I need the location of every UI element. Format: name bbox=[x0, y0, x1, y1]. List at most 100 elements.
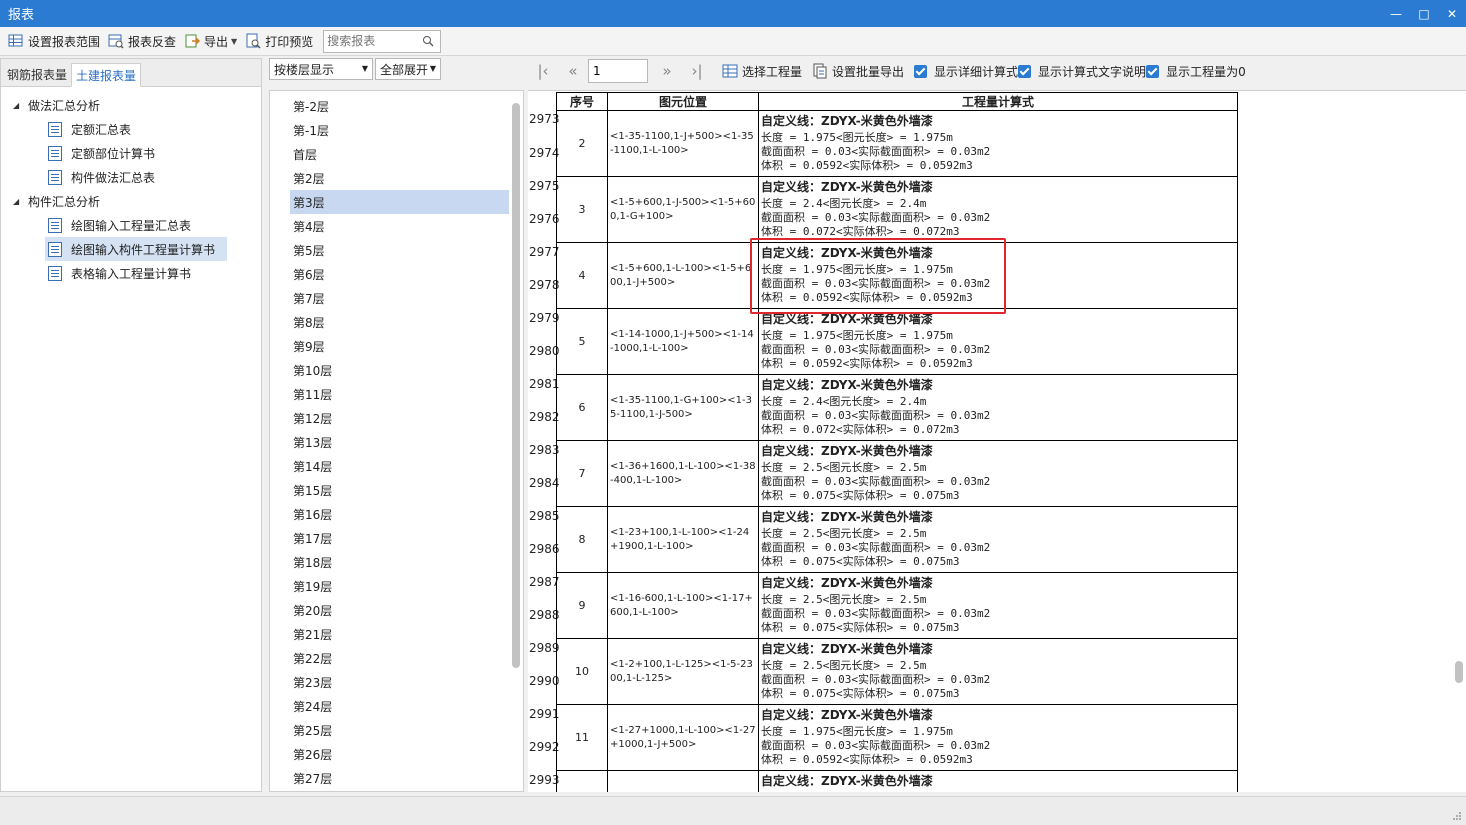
export-button[interactable]: 导出 ▼ bbox=[182, 30, 243, 52]
floor-item[interactable]: 第24层 bbox=[270, 694, 510, 718]
tree-item-table-quantity-book[interactable]: 表格输入工程量计算书 bbox=[45, 261, 227, 285]
show-detail-formula-checkbox[interactable]: 显示详细计算式 bbox=[914, 63, 1018, 80]
window-controls: — □ ✕ bbox=[1382, 0, 1466, 27]
expand-mode-select[interactable]: 全部展开 ▼ bbox=[375, 58, 441, 80]
set-report-range-button[interactable]: 设置报表范围 bbox=[6, 30, 106, 52]
row-formula: 自定义线：ZDYX-米黄色外墙漆 长度 = 1.975<图元长度> = 1.975… bbox=[758, 242, 1238, 309]
checkbox-checked-icon[interactable] bbox=[914, 64, 928, 78]
print-preview-button[interactable]: 打印预览 bbox=[243, 30, 319, 52]
floor-item[interactable]: 第16层 bbox=[270, 502, 510, 526]
line-number: 2974 bbox=[529, 146, 560, 160]
row-position[interactable]: <1-14-1000,1-J+500><1-14-1000,1-L-100> bbox=[607, 308, 759, 375]
print-preview-icon bbox=[246, 33, 261, 49]
display-mode-select[interactable]: 按楼层显示 ▼ bbox=[269, 58, 373, 80]
floor-item[interactable]: 第27层 bbox=[270, 766, 510, 790]
tree-group-component-summary[interactable]: ◢ 构件汇总分析 bbox=[1, 189, 261, 213]
floor-item[interactable]: 第7层 bbox=[270, 286, 510, 310]
formula-line: 截面面积 = 0.03<实际截面面积> = 0.03m2 bbox=[761, 739, 991, 752]
show-formula-text-checkbox[interactable]: 显示计算式文字说明 bbox=[1018, 63, 1146, 80]
row-position[interactable]: <1-2+100,1-L-125><1-5-2300,1-L-125> bbox=[607, 638, 759, 705]
report-toolbar: |‹ « » ›| 选择工程量 设置批量导出 显示详细计算式 显示计算式文字说明… bbox=[528, 58, 1466, 84]
tab-rebar-report[interactable]: 钢筋报表量 bbox=[3, 62, 71, 86]
floor-item[interactable]: 第6层 bbox=[270, 262, 510, 286]
floor-item[interactable]: 第11层 bbox=[270, 382, 510, 406]
report-search-input[interactable] bbox=[327, 34, 420, 48]
batch-export-button[interactable]: 设置批量导出 bbox=[812, 63, 904, 80]
tree-item-quota-position-book[interactable]: 定额部位计算书 bbox=[45, 141, 227, 165]
row-formula: 自定义线：ZDYX-米黄色外墙漆 长度 = 2.5<图元长度> = 2.5m 截面面… bbox=[758, 638, 1238, 705]
floor-list-scrollbar[interactable] bbox=[512, 103, 520, 668]
formula-line: 体积 = 0.0592<实际体积> = 0.0592m3 bbox=[761, 753, 973, 766]
floor-item[interactable]: 第8层 bbox=[270, 310, 510, 334]
floor-item[interactable]: 第2层 bbox=[270, 166, 510, 190]
floor-item[interactable]: 第20层 bbox=[270, 598, 510, 622]
floor-item[interactable]: 第19层 bbox=[270, 574, 510, 598]
checkbox-checked-icon[interactable] bbox=[1146, 64, 1160, 78]
report-search-box[interactable] bbox=[323, 29, 442, 53]
floor-item[interactable]: 第-2层 bbox=[270, 94, 510, 118]
resize-grip-icon[interactable] bbox=[1452, 811, 1462, 821]
floor-item[interactable]: 第3层 bbox=[290, 190, 509, 214]
first-page-button[interactable]: |‹ bbox=[528, 60, 558, 82]
floor-item[interactable]: 第12层 bbox=[270, 406, 510, 430]
floor-item[interactable]: 第22层 bbox=[270, 646, 510, 670]
floor-item[interactable]: 第4层 bbox=[270, 214, 510, 238]
floor-item[interactable]: 第15层 bbox=[270, 478, 510, 502]
floor-item[interactable]: 第-1层 bbox=[270, 118, 510, 142]
floor-item[interactable]: 第18层 bbox=[270, 550, 510, 574]
close-button[interactable]: ✕ bbox=[1438, 0, 1466, 27]
minimize-button[interactable]: — bbox=[1382, 0, 1410, 27]
floor-item[interactable]: 第23层 bbox=[270, 670, 510, 694]
report-scrollbar[interactable] bbox=[1455, 661, 1463, 683]
tree-item-quota-summary[interactable]: 定额汇总表 bbox=[45, 117, 227, 141]
row-position[interactable]: <1-35-1100,1-J+500><1-35-1100,1-L-100> bbox=[607, 110, 759, 177]
tree-item-drawing-quantity-summary[interactable]: 绘图输入工程量汇总表 bbox=[45, 213, 227, 237]
collapse-triangle-icon[interactable]: ◢ bbox=[13, 197, 23, 206]
row-position[interactable]: <1-16-600,1-L-100><1-17+600,1-L-100> bbox=[607, 572, 759, 639]
formula-line: 截面面积 = 0.03<实际截面面积> = 0.03m2 bbox=[761, 277, 991, 290]
row-position[interactable]: <1-5+600,1-L-100><1-5+600,1-J+500> bbox=[607, 242, 759, 309]
page-number-box[interactable] bbox=[588, 59, 648, 83]
floor-item[interactable]: 第9层 bbox=[270, 334, 510, 358]
batch-export-icon bbox=[813, 63, 827, 79]
floor-item[interactable]: 第10层 bbox=[270, 358, 510, 382]
page-number-input[interactable] bbox=[593, 64, 643, 78]
row-position[interactable] bbox=[607, 770, 759, 792]
floor-item[interactable]: 第26层 bbox=[270, 742, 510, 766]
chevron-down-icon: ▼ bbox=[429, 64, 436, 73]
tree-group-method-summary[interactable]: ◢ 做法汇总分析 bbox=[1, 93, 261, 117]
select-project-button[interactable]: 选择工程量 bbox=[722, 63, 802, 80]
collapse-triangle-icon[interactable]: ◢ bbox=[13, 101, 23, 110]
floor-item[interactable]: 第25层 bbox=[270, 718, 510, 742]
floor-item[interactable]: 第21层 bbox=[270, 622, 510, 646]
maximize-button[interactable]: □ bbox=[1410, 0, 1438, 27]
floor-item[interactable]: 首层 bbox=[270, 142, 510, 166]
row-position[interactable]: <1-23+100,1-L-100><1-24+1900,1-L-100> bbox=[607, 506, 759, 573]
floor-item[interactable]: 第17层 bbox=[270, 526, 510, 550]
reverse-check-button[interactable]: 报表反查 bbox=[106, 30, 182, 52]
row-position[interactable]: <1-5+600,1-J-500><1-5+600,1-G+100> bbox=[607, 176, 759, 243]
prev-page-button[interactable]: « bbox=[558, 60, 588, 82]
table-row: 5 <1-14-1000,1-J+500><1-14-1000,1-L-100> 自… bbox=[556, 308, 1238, 375]
row-position[interactable]: <1-36+1600,1-L-100><1-38-400,1-L-100> bbox=[607, 440, 759, 507]
row-seq: 6 bbox=[556, 374, 608, 441]
next-page-button[interactable]: » bbox=[652, 60, 682, 82]
search-icon[interactable] bbox=[422, 35, 434, 47]
last-page-button[interactable]: ›| bbox=[682, 60, 712, 82]
row-seq: 3 bbox=[556, 176, 608, 243]
row-formula: 自定义线：ZDYX-米黄色外墙漆 长度 = 2.5<图元长度> = 2.5m 截面面… bbox=[758, 440, 1238, 507]
floor-item[interactable]: 第13层 bbox=[270, 430, 510, 454]
floor-item[interactable]: 第14层 bbox=[270, 454, 510, 478]
formula-line: 体积 = 0.075<实际体积> = 0.075m3 bbox=[761, 555, 960, 568]
row-position[interactable]: <1-35-1100,1-G+100><1-35-1100,1-J-500> bbox=[607, 374, 759, 441]
formula-title: 自定义线：ZDYX-米黄色外墙漆 bbox=[761, 378, 933, 392]
floor-item[interactable]: 第5层 bbox=[270, 238, 510, 262]
formula-line: 体积 = 0.075<实际体积> = 0.075m3 bbox=[761, 489, 960, 502]
tree-item-component-method-summary[interactable]: 构件做法汇总表 bbox=[45, 165, 227, 189]
tree-item-drawing-component-book[interactable]: 绘图输入构件工程量计算书 bbox=[45, 237, 227, 261]
report-search-icon bbox=[108, 34, 124, 49]
row-position[interactable]: <1-27+1000,1-L-100><1-27+1000,1-J+500> bbox=[607, 704, 759, 771]
tab-civil-report[interactable]: 土建报表量 bbox=[71, 63, 142, 87]
show-zero-quantity-checkbox[interactable]: 显示工程量为0 bbox=[1146, 63, 1246, 80]
checkbox-checked-icon[interactable] bbox=[1018, 64, 1032, 78]
